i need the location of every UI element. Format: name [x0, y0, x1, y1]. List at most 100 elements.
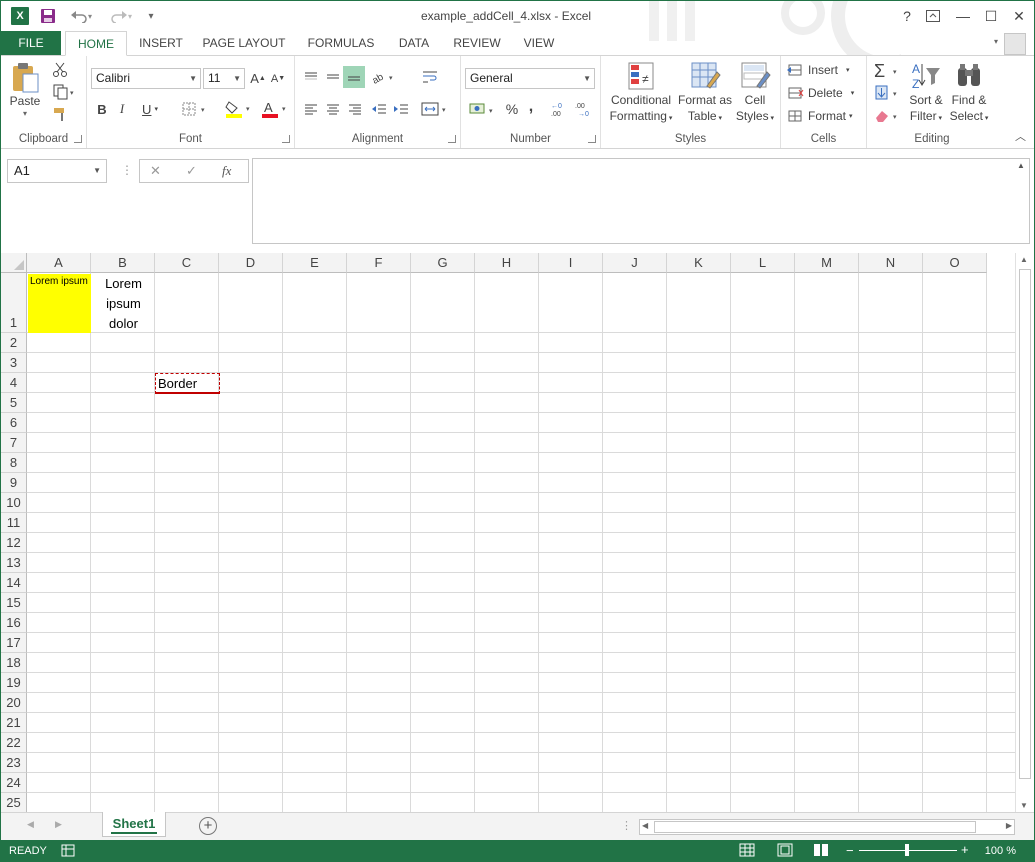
increase-indent-icon[interactable] [391, 98, 411, 120]
expand-formula-bar-icon[interactable]: ▲ [1017, 161, 1025, 170]
row-header[interactable]: 6 [1, 413, 27, 433]
page-break-view-icon[interactable] [813, 843, 829, 860]
row-header[interactable]: 22 [1, 733, 27, 753]
vertical-scrollbar[interactable]: ▲ ▼ [1015, 253, 1034, 812]
bottom-align-icon[interactable] [343, 66, 365, 88]
find-select-button[interactable]: Find & Select ▾ [947, 60, 991, 130]
zoom-slider-thumb[interactable] [905, 844, 909, 856]
column-header[interactable]: A [27, 253, 91, 273]
ribbon-display-options-icon[interactable] [919, 5, 947, 27]
italic-button[interactable]: I [113, 98, 131, 120]
sort-filter-button[interactable]: AZ Sort & Filter ▾ [905, 60, 947, 130]
formula-input[interactable] [252, 158, 1030, 244]
account-avatar[interactable] [1004, 33, 1026, 55]
merge-center-icon[interactable]: ▾ [419, 98, 453, 120]
row-header[interactable]: 17 [1, 633, 27, 653]
insert-function-icon[interactable]: fx [222, 163, 231, 179]
conditional-formatting-button[interactable]: ≠ Conditional Formatting ▾ [605, 60, 677, 130]
format-as-table-button[interactable]: Format as Table ▾ [677, 60, 733, 130]
scroll-up-icon[interactable]: ▲ [1020, 255, 1028, 264]
row-header[interactable]: 14 [1, 573, 27, 593]
row-header[interactable]: 20 [1, 693, 27, 713]
alignment-launcher-icon[interactable] [448, 135, 456, 143]
cell-a1[interactable]: Lorem ipsum [28, 274, 91, 333]
collapse-ribbon-icon[interactable]: ︿ [1015, 128, 1026, 144]
decrease-decimal-icon[interactable]: .00 →0 [573, 98, 595, 120]
tab-home[interactable]: HOME [65, 31, 127, 56]
row-header[interactable]: 21 [1, 713, 27, 733]
row-header[interactable]: 7 [1, 433, 27, 453]
column-header[interactable]: H [475, 253, 539, 273]
column-header[interactable]: L [731, 253, 795, 273]
column-header[interactable]: G [411, 253, 475, 273]
bold-button[interactable]: B [93, 98, 111, 120]
scroll-right-icon[interactable]: ▶ [1006, 821, 1012, 830]
copy-icon[interactable]: ▾ [49, 82, 79, 102]
orientation-icon[interactable]: ab ▾ [369, 66, 399, 88]
clear-icon[interactable]: ▾ [871, 106, 903, 126]
column-header[interactable]: J [603, 253, 667, 273]
column-header[interactable]: F [347, 253, 411, 273]
row-header[interactable]: 15 [1, 593, 27, 613]
fill-color-icon[interactable]: ▾ [223, 98, 257, 120]
row-header[interactable]: 13 [1, 553, 27, 573]
column-header[interactable]: E [283, 253, 347, 273]
sheet-tab-sheet1[interactable]: Sheet1 [102, 812, 166, 837]
row-header[interactable]: 5 [1, 393, 27, 413]
prev-sheet-icon[interactable]: ◀ [27, 819, 34, 830]
next-sheet-icon[interactable]: ▶ [55, 819, 62, 830]
column-header[interactable]: M [795, 253, 859, 273]
name-box[interactable]: A1 ▼ [7, 159, 107, 183]
new-sheet-icon[interactable]: + [199, 817, 217, 835]
percent-style-button[interactable]: % [503, 98, 521, 120]
column-header[interactable]: I [539, 253, 603, 273]
decrease-indent-icon[interactable] [369, 98, 389, 120]
clipboard-launcher-icon[interactable] [74, 135, 82, 143]
align-center-icon[interactable] [323, 98, 343, 120]
underline-button[interactable]: U ▾ [135, 98, 165, 120]
cell-styles-button[interactable]: Cell Styles ▾ [733, 60, 777, 130]
align-right-icon[interactable] [345, 98, 365, 120]
fill-icon[interactable]: ▾ [871, 83, 903, 103]
row-header[interactable]: 24 [1, 773, 27, 793]
row-header[interactable]: 1 [1, 273, 27, 333]
number-format-select[interactable]: General ▼ [465, 68, 595, 89]
number-launcher-icon[interactable] [588, 135, 596, 143]
help-button[interactable]: ? [893, 5, 921, 27]
increase-decimal-icon[interactable]: ←0.00 [549, 98, 571, 120]
row-header[interactable]: 23 [1, 753, 27, 773]
row-header[interactable]: 2 [1, 333, 27, 353]
close-button[interactable]: ✕ [1005, 5, 1033, 27]
align-left-icon[interactable] [301, 98, 321, 120]
horizontal-scrollbar[interactable]: ◀ ▶ [639, 819, 1015, 835]
row-header[interactable]: 18 [1, 653, 27, 673]
tab-formulas[interactable]: FORMULAS [301, 31, 381, 55]
font-launcher-icon[interactable] [282, 135, 290, 143]
cell-c4[interactable]: Border [155, 373, 220, 394]
tab-data[interactable]: DATA [391, 31, 437, 55]
grow-font-button[interactable]: A ▲ [249, 68, 267, 89]
scroll-left-icon[interactable]: ◀ [642, 821, 648, 830]
font-color-icon[interactable]: A ▾ [259, 98, 293, 120]
column-header[interactable]: N [859, 253, 923, 273]
row-header[interactable]: 10 [1, 493, 27, 513]
row-header[interactable]: 8 [1, 453, 27, 473]
wrap-text-icon[interactable] [419, 66, 441, 88]
column-header[interactable]: C [155, 253, 219, 273]
row-header[interactable]: 25 [1, 793, 27, 812]
top-align-icon[interactable] [301, 66, 321, 88]
column-header[interactable]: B [91, 253, 155, 273]
account-dropdown-icon[interactable]: ▾ [994, 37, 998, 46]
borders-icon[interactable]: ▾ [179, 98, 213, 120]
row-header[interactable]: 16 [1, 613, 27, 633]
horizontal-scroll-thumb[interactable] [654, 821, 976, 833]
column-header[interactable]: O [923, 253, 987, 273]
vertical-scroll-thumb[interactable] [1019, 269, 1031, 779]
row-header[interactable]: 12 [1, 533, 27, 553]
middle-align-icon[interactable] [323, 66, 343, 88]
confirm-entry-icon[interactable]: ✓ [186, 163, 197, 179]
tab-review[interactable]: REVIEW [447, 31, 507, 55]
insert-cells-button[interactable]: Insert ▾ [787, 60, 863, 80]
font-size-select[interactable]: 11 ▼ [203, 68, 245, 89]
select-all-corner[interactable] [1, 253, 27, 273]
